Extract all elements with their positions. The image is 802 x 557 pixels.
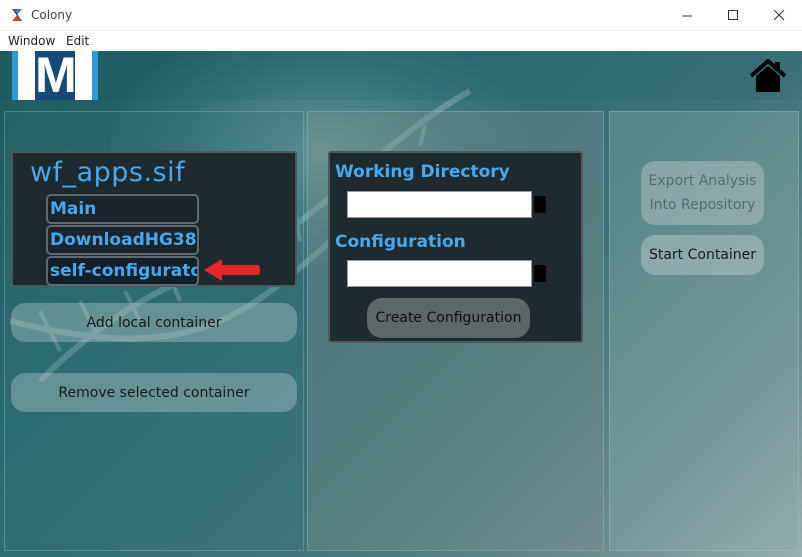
configuration-label: Configuration bbox=[335, 232, 466, 252]
working-directory-label: Working Directory bbox=[335, 162, 510, 182]
logo-letter: M bbox=[35, 51, 77, 103]
menu-window[interactable]: Window bbox=[8, 34, 55, 48]
export-label-line2: Into Repository bbox=[649, 197, 756, 213]
container-file-title: wf_apps.sif bbox=[30, 157, 186, 188]
close-button[interactable] bbox=[756, 0, 802, 31]
minimize-button[interactable] bbox=[664, 0, 710, 31]
remove-selected-container-button[interactable]: Remove selected container bbox=[11, 373, 297, 412]
add-local-container-button[interactable]: Add local container bbox=[11, 303, 297, 342]
working-directory-input[interactable] bbox=[347, 191, 532, 218]
start-container-button[interactable]: Start Container bbox=[641, 235, 764, 275]
working-directory-browse-button[interactable] bbox=[534, 196, 546, 213]
create-configuration-button[interactable]: Create Configuration bbox=[367, 298, 530, 338]
configuration-panel: Working Directory Configuration Create C… bbox=[328, 151, 583, 343]
minimize-icon bbox=[681, 15, 692, 17]
container-item-main[interactable]: Main bbox=[46, 194, 199, 224]
configuration-browse-button[interactable] bbox=[534, 265, 546, 282]
close-icon bbox=[773, 10, 784, 21]
configuration-input[interactable] bbox=[347, 260, 532, 287]
window-title: Colony bbox=[31, 8, 73, 22]
container-item-downloadhg38[interactable]: DownloadHG38 bbox=[46, 225, 199, 255]
app-canvas: M wf_apps.sif Main DownloadHG38 self-con… bbox=[0, 51, 802, 557]
header-strip bbox=[0, 51, 802, 100]
maximize-button[interactable] bbox=[710, 0, 756, 31]
home-icon[interactable] bbox=[748, 57, 788, 95]
red-arrow-annotation bbox=[204, 259, 260, 281]
brand-logo: M bbox=[12, 51, 98, 103]
maximize-icon bbox=[727, 10, 738, 20]
container-item-self-configurator[interactable]: self-configurator bbox=[46, 256, 199, 286]
export-label-line1: Export Analysis bbox=[648, 173, 757, 189]
app-icon bbox=[12, 8, 22, 22]
menu-edit[interactable]: Edit bbox=[66, 34, 89, 48]
menu-bar: Window Edit bbox=[0, 31, 802, 51]
export-analysis-button[interactable]: Export Analysis Into Repository bbox=[641, 161, 764, 225]
title-bar: Colony bbox=[0, 0, 802, 31]
